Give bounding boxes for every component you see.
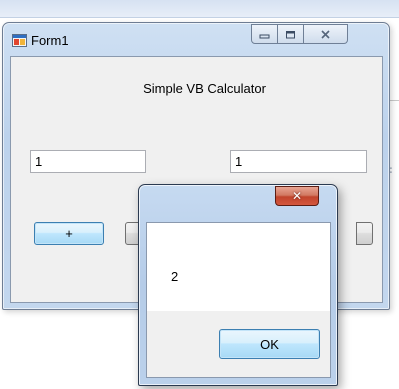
minimize-icon xyxy=(259,34,270,38)
calculator-heading: Simple VB Calculator xyxy=(143,81,266,96)
minimize-button[interactable] xyxy=(251,24,278,44)
second-number-input[interactable]: 1 xyxy=(230,150,367,173)
app-icon xyxy=(12,34,27,47)
operator-button-3[interactable] xyxy=(356,222,373,245)
message-box-window: ✕ 2 OK xyxy=(138,184,338,386)
ok-button[interactable]: OK xyxy=(219,329,320,359)
close-icon: ✕ xyxy=(291,189,303,203)
message-box-client: 2 OK xyxy=(146,222,331,378)
first-number-input[interactable]: 1 xyxy=(30,150,146,173)
caption-buttons xyxy=(251,24,383,44)
maximize-button[interactable] xyxy=(278,24,304,44)
add-button[interactable]: + xyxy=(34,222,104,245)
maximize-icon xyxy=(286,30,295,38)
message-text: 2 xyxy=(171,269,179,284)
message-area: 2 xyxy=(147,223,330,311)
close-icon xyxy=(321,29,330,39)
background-window-strip xyxy=(0,0,399,18)
close-button[interactable] xyxy=(304,24,348,44)
window-title: Form1 xyxy=(31,33,69,48)
message-box-close-button[interactable]: ✕ xyxy=(275,186,319,206)
